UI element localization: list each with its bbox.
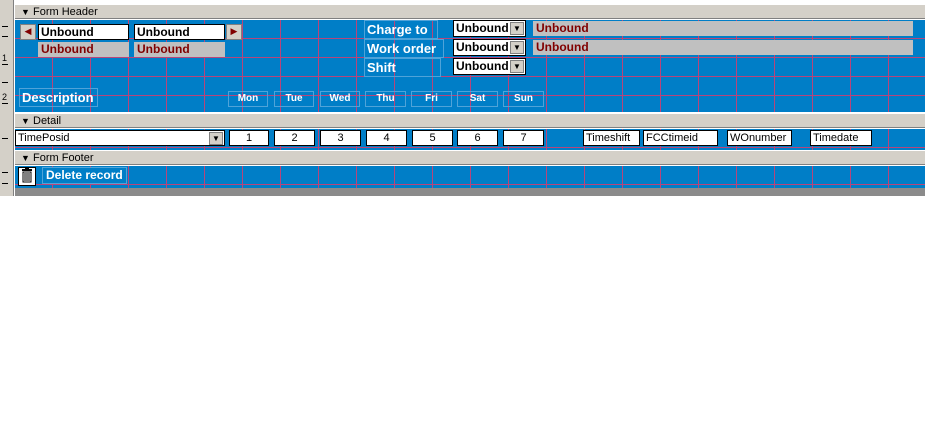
delete-record-button[interactable] [18,167,36,186]
day-field-1[interactable]: 1 [229,130,269,146]
chevron-down-icon[interactable]: ▼ [209,132,223,145]
timeposid-value: TimePosid [18,132,70,144]
shift-label: Shift [364,58,441,77]
section-arrow-icon: ▼ [21,116,30,126]
ruler-mark-1: 1 [2,53,8,63]
work-order-description-field[interactable]: Unbound [533,40,913,55]
ruler-mark-2: 2 [2,92,8,102]
timedate-field[interactable]: Timedate [810,130,872,146]
day-field-3[interactable]: 3 [320,130,361,146]
form-footer-label: Form Footer [33,152,94,164]
day-field-6[interactable]: 6 [457,130,498,146]
timeposid-combo[interactable]: TimePosid ▼ [15,130,225,146]
form-header-label: Form Header [33,6,98,18]
charge-to-combo[interactable]: Unbound ▼ [453,20,526,37]
work-order-combo[interactable]: Unbound ▼ [453,39,526,56]
shift-combo-value: Unbound [456,59,509,73]
fcctimeid-field[interactable]: FCCtimeid [643,130,718,146]
day-label-fri: Fri [411,91,452,107]
description-label: Description [19,88,98,107]
timeshift-field[interactable]: Timeshift [583,130,640,146]
footer-gray-area [15,188,925,196]
vertical-ruler: 1 2 [0,0,14,196]
form-footer-section[interactable] [15,166,925,188]
day-field-5[interactable]: 5 [412,130,453,146]
section-arrow-icon: ▼ [21,7,30,17]
day-field-2[interactable]: 2 [274,130,315,146]
chevron-down-icon[interactable]: ▼ [510,22,524,35]
trash-icon [22,168,32,183]
charge-to-label: Charge to [364,20,438,39]
form-header-bar[interactable]: ▼ Form Header [15,4,925,19]
previous-arrow-button[interactable]: ◀ [20,24,36,40]
charge-to-combo-value: Unbound [456,21,509,35]
chevron-down-icon[interactable]: ▼ [510,60,524,73]
section-arrow-icon: ▼ [21,153,30,163]
day-field-7[interactable]: 7 [503,130,544,146]
detail-bar[interactable]: ▼ Detail [15,113,925,128]
detail-label: Detail [33,115,62,127]
work-order-combo-value: Unbound [456,40,509,54]
nav-textbox-2[interactable]: Unbound [134,24,225,40]
wonumber-field[interactable]: WOnumber [727,130,792,146]
delete-record-label[interactable]: Delete record [42,167,127,184]
shift-combo[interactable]: Unbound ▼ [453,58,526,75]
day-field-4[interactable]: 4 [366,130,407,146]
day-label-mon: Mon [228,91,268,107]
gray-textbox-1[interactable]: Unbound [38,42,129,57]
day-label-sat: Sat [457,91,498,107]
form-footer-bar[interactable]: ▼ Form Footer [15,150,925,165]
gray-textbox-2[interactable]: Unbound [134,42,225,57]
day-label-sun: Sun [503,91,544,107]
day-label-thu: Thu [365,91,406,107]
chevron-down-icon[interactable]: ▼ [510,41,524,54]
charge-description-field[interactable]: Unbound [533,21,913,36]
next-arrow-button[interactable]: ▶ [226,24,242,40]
day-label-wed: Wed [320,91,360,107]
work-order-label: Work order [364,39,444,58]
nav-textbox-1[interactable]: Unbound [38,24,129,40]
day-label-tue: Tue [274,91,314,107]
